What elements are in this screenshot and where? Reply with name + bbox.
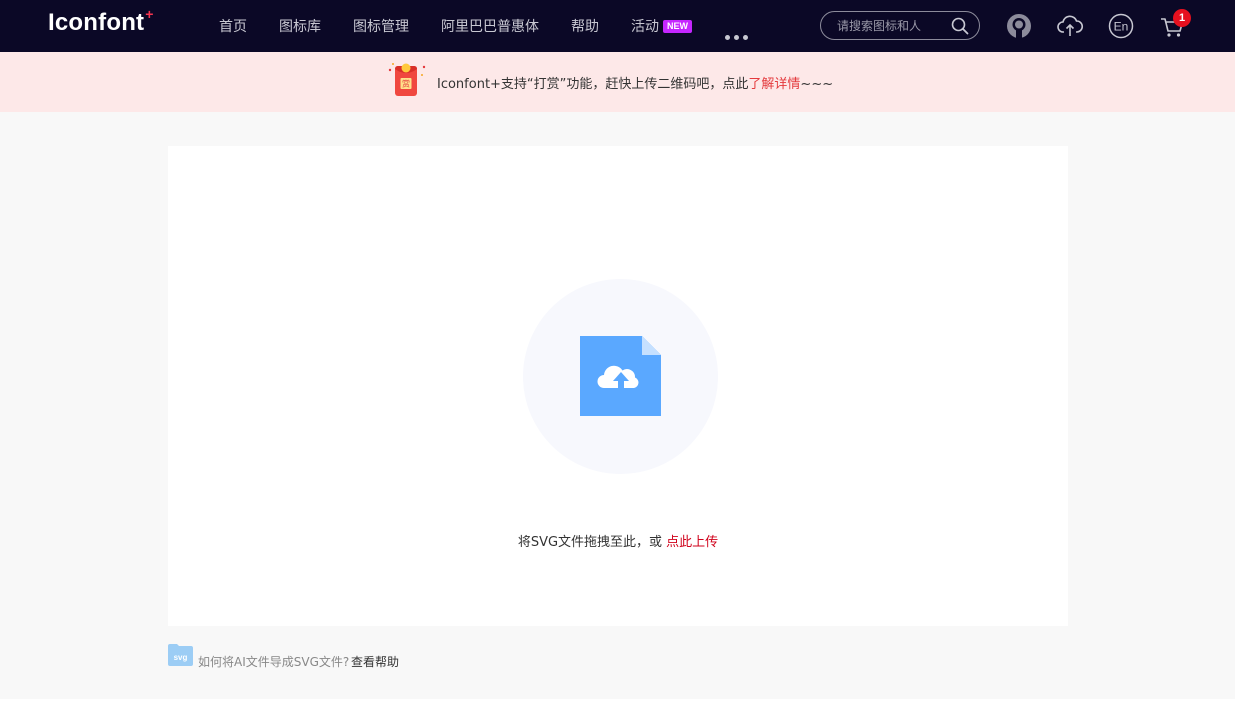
svg-badge-text: svg bbox=[174, 653, 188, 662]
logo-plus: + bbox=[145, 6, 154, 22]
more-menu-icon[interactable] bbox=[725, 25, 752, 44]
nav-activity[interactable]: 活动 NEW bbox=[631, 16, 692, 36]
top-navbar: Iconfont+ 首页 图标库 图标管理 阿里巴巴普惠体 帮助 活动 NEW E… bbox=[0, 0, 1235, 52]
view-help-link[interactable]: 查看帮助 bbox=[351, 653, 399, 670]
svg-text:En: En bbox=[1114, 20, 1129, 34]
notice-message: Iconfont+支持“打赏”功能，赶快上传二维码吧，点此 bbox=[437, 77, 749, 92]
notice-bar: 赏 Iconfont+支持“打赏”功能，赶快上传二维码吧，点此了解详情~~~ bbox=[0, 52, 1235, 112]
cart-count-badge: 1 bbox=[1173, 9, 1191, 27]
drop-prompt: 将SVG文件拖拽至此，或 bbox=[517, 535, 667, 550]
notice-text: Iconfont+支持“打赏”功能，赶快上传二维码吧，点此了解详情~~~ bbox=[437, 73, 833, 92]
drop-instruction: 将SVG文件拖拽至此，或 点此上传 bbox=[168, 531, 1068, 550]
svg-drop-zone[interactable]: 将SVG文件拖拽至此，或 点此上传 bbox=[168, 146, 1068, 626]
search-input[interactable] bbox=[837, 17, 949, 35]
upload-cloud-icon[interactable] bbox=[1056, 12, 1084, 40]
file-upload-icon[interactable] bbox=[580, 336, 662, 416]
svg-text:赏: 赏 bbox=[402, 79, 410, 89]
nav-help[interactable]: 帮助 bbox=[571, 16, 599, 36]
nav-home[interactable]: 首页 bbox=[219, 16, 247, 36]
help-question: 如何将AI文件导成SVG文件? bbox=[198, 655, 350, 669]
search-icon[interactable] bbox=[951, 17, 969, 35]
iconfont-logo[interactable]: Iconfont+ bbox=[48, 6, 154, 37]
search-box bbox=[820, 11, 980, 40]
svg-file-icon: svg bbox=[168, 644, 193, 666]
red-envelope-icon: 赏 bbox=[388, 63, 426, 96]
upload-icon-circle[interactable] bbox=[523, 279, 718, 474]
logo-text: Iconfont bbox=[48, 9, 145, 36]
nav-activity-label: 活动 bbox=[631, 19, 659, 35]
main-area: 将SVG文件拖拽至此，或 点此上传 svg 如何将AI文件导成SVG文件? 查看… bbox=[0, 112, 1235, 699]
notice-suffix: ~~~ bbox=[800, 77, 834, 92]
click-upload-link[interactable]: 点此上传 bbox=[666, 535, 718, 550]
nav-icon-library[interactable]: 图标库 bbox=[279, 16, 321, 36]
notice-learn-more-link[interactable]: 了解详情 bbox=[748, 77, 800, 92]
language-en-icon[interactable]: En bbox=[1107, 12, 1135, 40]
nav-alibaba-font[interactable]: 阿里巴巴普惠体 bbox=[441, 16, 539, 36]
new-badge: NEW bbox=[663, 20, 692, 33]
nav-icon-management[interactable]: 图标管理 bbox=[353, 16, 409, 36]
github-icon[interactable] bbox=[1005, 12, 1033, 40]
